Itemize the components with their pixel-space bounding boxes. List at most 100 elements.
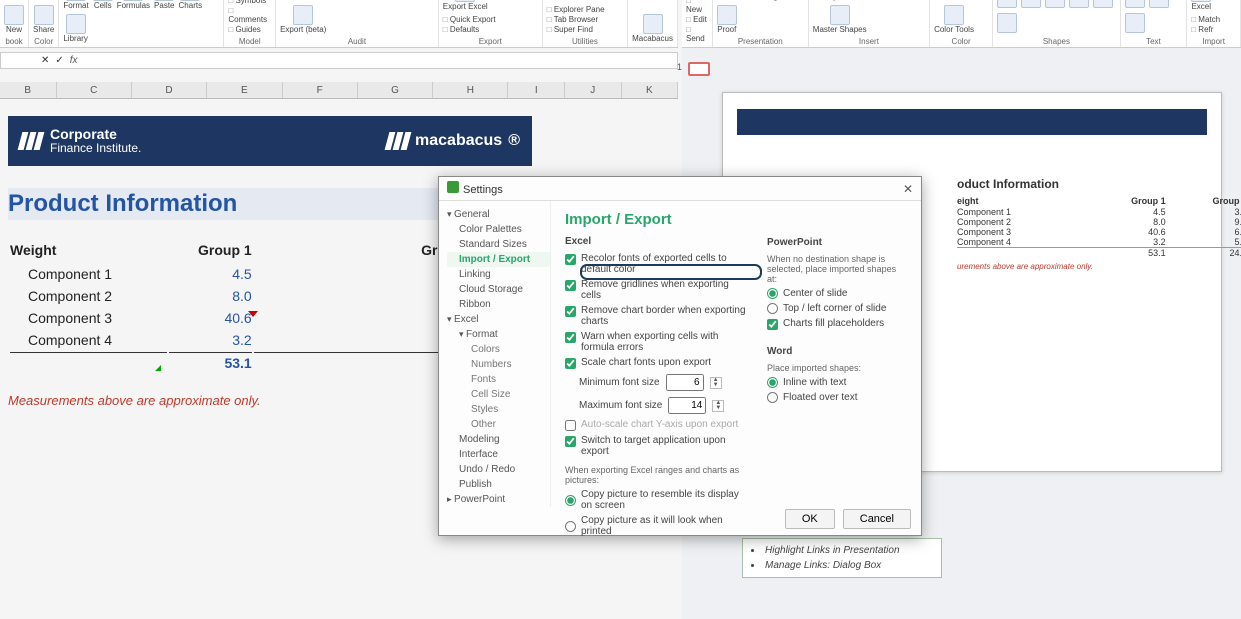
spinner-icon[interactable]: ▲▼	[712, 400, 724, 412]
wd-inline[interactable]: Inline with text	[767, 375, 907, 390]
tree-powerpoint[interactable]: PowerPoint	[447, 492, 550, 507]
col-header[interactable]: J	[565, 82, 622, 98]
share-icon[interactable]: Share	[717, 0, 738, 1]
ribbon-mini[interactable]: New	[686, 0, 708, 14]
cancel-button[interactable]: Cancel	[843, 509, 911, 529]
tree-other[interactable]: Other	[447, 417, 550, 432]
wd-float[interactable]: Floated over text	[767, 390, 907, 405]
tree-modeling[interactable]: Modeling	[447, 432, 550, 447]
tree-general[interactable]: General	[447, 207, 550, 222]
charts-icon[interactable]: Charts	[179, 0, 203, 10]
s6-icon[interactable]	[997, 13, 1017, 34]
agenda-icon[interactable]: Agenda	[768, 0, 796, 1]
s3-icon[interactable]	[1045, 0, 1065, 9]
ribbon-mini[interactable]: Guides	[228, 25, 271, 34]
col-header[interactable]: B	[0, 82, 57, 98]
close-icon[interactable]: ✕	[903, 182, 913, 196]
tree-undo-redo[interactable]: Undo / Redo	[447, 462, 550, 477]
link-highlight[interactable]: Highlight Links in Presentation	[751, 543, 933, 558]
excelimp-icon[interactable]: Excel	[1191, 0, 1211, 11]
exportexcel-icon[interactable]: Export Excel	[443, 0, 488, 11]
tree-cell-size[interactable]: Cell Size	[447, 387, 550, 402]
col-header[interactable]: E	[207, 82, 282, 98]
col-header[interactable]: G	[358, 82, 433, 98]
watch-icon[interactable]: Watch	[340, 0, 362, 1]
tree-ribbon[interactable]: Ribbon	[447, 297, 550, 312]
t3-icon[interactable]	[1125, 13, 1145, 34]
tree-interface[interactable]: Interface	[447, 447, 550, 462]
ribbon-mini[interactable]: Symbols	[228, 0, 271, 5]
view-icon[interactable]: View	[547, 0, 567, 1]
min-font-input[interactable]	[666, 374, 704, 391]
s5-icon[interactable]	[1093, 0, 1113, 9]
tree-cloud-storage[interactable]: Cloud Storage	[447, 282, 550, 297]
ribbon-mini[interactable]: Defaults	[443, 25, 496, 34]
ribbon-mini[interactable]: Tab Browser	[547, 15, 605, 24]
tree-styles[interactable]: Styles	[447, 402, 550, 417]
tree-numbers[interactable]: Numbers	[447, 357, 550, 372]
ribbon-mini[interactable]: Refr	[1191, 25, 1220, 34]
ribbon-mini[interactable]: Send	[686, 25, 708, 43]
new-icon[interactable]: New	[4, 5, 24, 34]
spinner-icon[interactable]: ▲▼	[710, 377, 722, 389]
tree-format[interactable]: Format	[447, 327, 550, 342]
max-font-row[interactable]: Maximum font size ▲▼	[565, 394, 747, 417]
pp-topleft[interactable]: Top / left corner of slide	[767, 301, 907, 316]
ribbon-mini[interactable]: Explorer Pane	[547, 5, 605, 14]
master-icon[interactable]: Master Shapes	[813, 5, 867, 34]
turbo-icon[interactable]: Turbo Charts	[841, 0, 887, 1]
opt-remove-border[interactable]: Remove chart border when exporting chart…	[565, 303, 747, 329]
fx-icon[interactable]: fx	[70, 55, 78, 66]
fx-cancel-icon[interactable]: ✕	[41, 55, 49, 66]
discuss-icon[interactable]: Discuss	[367, 0, 395, 1]
max-font-input[interactable]	[668, 397, 706, 414]
col-header[interactable]: F	[283, 82, 358, 98]
opt-switch-target[interactable]: Switch to target application upon export	[565, 433, 747, 459]
slides-icon[interactable]: Slides	[742, 0, 764, 1]
macabacus-icon[interactable]: Macabacus	[632, 14, 673, 43]
opt-warn-formula[interactable]: Warn when exporting cells with formula e…	[565, 329, 747, 355]
share-icon[interactable]: Share	[33, 5, 54, 34]
trace-icon[interactable]: Trace	[280, 0, 300, 1]
tree-excel[interactable]: Excel	[447, 312, 550, 327]
col-header[interactable]: K	[622, 82, 679, 98]
paint-icon[interactable]	[934, 0, 954, 1]
col-header[interactable]: D	[132, 82, 207, 98]
library-icon[interactable]: Library	[63, 14, 87, 43]
min-font-row[interactable]: Minimum font size ▲▼	[565, 371, 747, 394]
formula-bar[interactable]: ✕ ✓ fx	[0, 52, 678, 69]
tree-import-export[interactable]: Import / Export	[447, 252, 550, 267]
ribbon-mini[interactable]: Edit	[686, 15, 708, 24]
tree-linking[interactable]: Linking	[447, 267, 550, 282]
ribbon-mini[interactable]: Quick Export	[443, 15, 496, 24]
formulas-icon[interactable]: Formulas	[117, 0, 150, 10]
fx-enter-icon[interactable]: ✓	[55, 55, 63, 66]
t2-icon[interactable]	[1149, 0, 1169, 9]
opt-scale-fonts[interactable]: Scale chart fonts upon export	[565, 355, 747, 371]
paste-icon[interactable]: Paste	[154, 0, 174, 10]
tree-publish[interactable]: Publish	[447, 477, 550, 492]
library-icon[interactable]: Library	[813, 0, 837, 1]
cells-icon[interactable]: Cells	[93, 0, 113, 10]
t1-icon[interactable]	[1125, 0, 1145, 9]
opt-autoscale[interactable]: Auto-scale chart Y-axis upon export	[565, 417, 747, 433]
tree-standard-sizes[interactable]: Standard Sizes	[447, 237, 550, 252]
col-header[interactable]: C	[57, 82, 132, 98]
ribbon-mini[interactable]: Super Find	[547, 25, 605, 34]
pic-printed[interactable]: Copy picture as it will look when printe…	[565, 513, 747, 539]
visualize-icon[interactable]: Visualize	[304, 0, 336, 1]
opt-recolor[interactable]: Recolor fonts of exported cells to defau…	[565, 251, 747, 277]
ribbon-mini[interactable]: Comments	[228, 6, 271, 24]
ribbon-mini[interactable]: Match	[1191, 15, 1220, 24]
s1-icon[interactable]	[997, 0, 1017, 9]
opt-remove-gridlines[interactable]: Remove gridlines when exporting cells	[565, 277, 747, 303]
ok-button[interactable]: OK	[785, 509, 835, 529]
pp-center[interactable]: Center of slide	[767, 286, 907, 301]
pp-fill[interactable]: Charts fill placeholders	[767, 316, 907, 332]
slide-thumbnail[interactable]	[688, 62, 710, 76]
col-header[interactable]: I	[508, 82, 565, 98]
format-icon[interactable]: Format	[63, 0, 88, 10]
tree-fonts[interactable]: Fonts	[447, 372, 550, 387]
s2-icon[interactable]	[1021, 0, 1041, 9]
pic-display[interactable]: Copy picture to resemble its display on …	[565, 487, 747, 513]
